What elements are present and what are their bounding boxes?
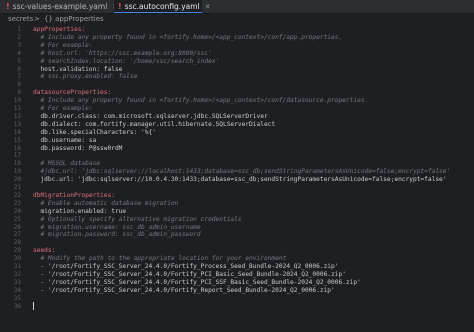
- tab-ssc-values-example[interactable]: !ssc-values-example.yaml✕: [2, 0, 118, 13]
- code-editor[interactable]: 1 appProperties: 2 # Include any property …: [0, 25, 474, 332]
- line-number: 36: [13, 302, 21, 310]
- yaml-file-icon: !: [118, 2, 122, 11]
- breadcrumb-item[interactable]: secrets: [8, 14, 33, 25]
- breadcrumb: secrets > {} appProperties: [0, 14, 474, 25]
- tab-label: ssc-values-example.yaml: [12, 2, 108, 11]
- tab-label: ssc.autoconfig.yaml: [124, 2, 200, 11]
- close-icon[interactable]: ✕: [205, 3, 211, 11]
- text-cursor: [33, 302, 34, 310]
- breadcrumb-item[interactable]: {} appProperties: [44, 14, 104, 25]
- breadcrumb-separator: >: [34, 15, 40, 23]
- yaml-file-icon: !: [6, 2, 10, 11]
- tab-ssc-autoconfig[interactable]: ! ssc.autoconfig.yaml ✕: [114, 0, 211, 13]
- editor-tab-bar: !ssc-values-example.yaml✕ !ssc.autoconfi…: [0, 0, 474, 14]
- code-line[interactable]: 36: [0, 302, 474, 311]
